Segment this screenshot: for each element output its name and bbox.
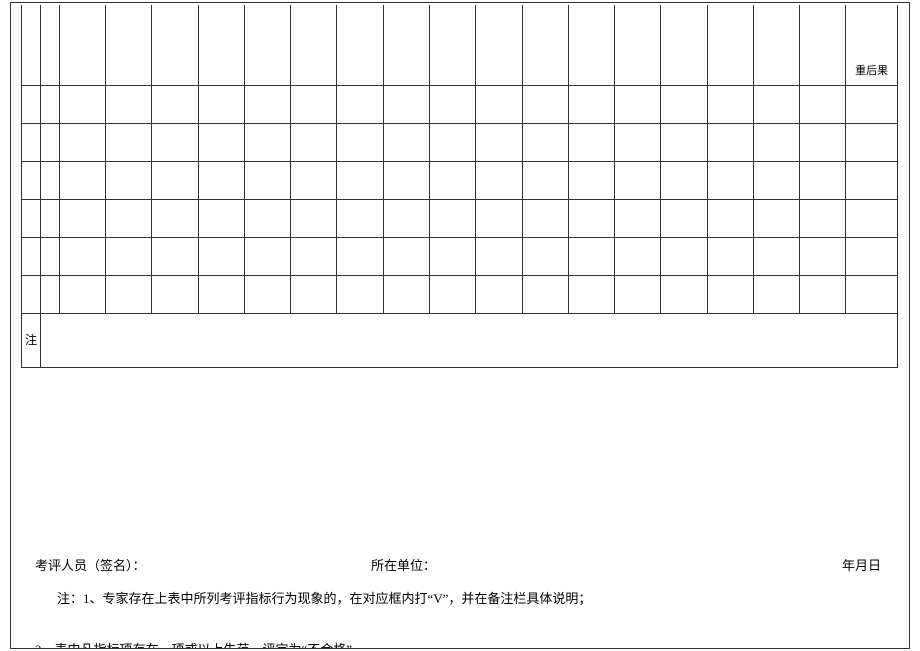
unit-label: 所在单位：	[371, 557, 842, 575]
notes-row-label: 注	[22, 314, 41, 368]
column-header-last: 重后果	[846, 65, 897, 84]
table-row	[22, 238, 898, 276]
table-row	[22, 86, 898, 124]
footnote-1: 注：1、专家存在上表中所列考评指标行为现象的，在对应框内打“V”，并在备注栏具体…	[35, 590, 910, 608]
page-frame: 重后果 注 考评人员（签名）： 所在单位： 年月日 注	[10, 2, 910, 649]
evaluation-grid: 注	[21, 85, 898, 368]
notes-row-content	[40, 314, 897, 368]
table-header-fragment: 重后果	[21, 5, 898, 86]
table-row	[22, 200, 898, 238]
table-row	[22, 162, 898, 200]
footer-text-block: 考评人员（签名）： 所在单位： 年月日 注：1、专家存在上表中所列考评指标行为现…	[35, 557, 910, 608]
table-notes-row: 注	[22, 314, 898, 368]
table-row	[22, 124, 898, 162]
footnote-2-partial: 2、表中凡指标项存在一项或以上失范，评定为“不合格”。	[35, 639, 365, 649]
date-label: 年月日	[842, 557, 910, 575]
evaluator-signature-label: 考评人员（签名）：	[35, 557, 371, 575]
table-row	[22, 276, 898, 314]
signature-line: 考评人员（签名）： 所在单位： 年月日	[35, 557, 910, 575]
